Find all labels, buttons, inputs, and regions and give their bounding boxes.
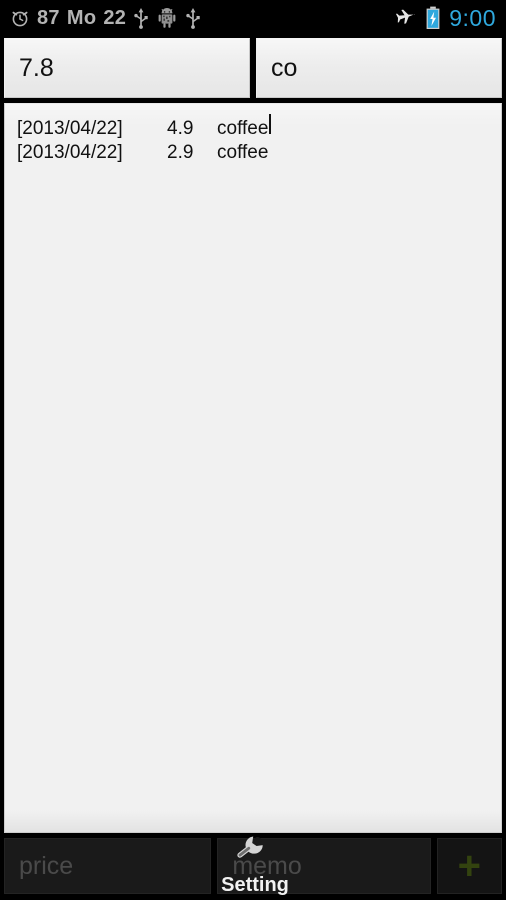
entry-memo: coffee (217, 142, 269, 163)
date-text: 22 (103, 7, 127, 29)
entry-price: 4.9 (167, 118, 194, 139)
usb-icon (185, 7, 201, 29)
entry-memo: coffee (217, 118, 269, 139)
memo-edit-field[interactable]: co (256, 38, 502, 98)
app-root: 87 Mo 22 9:00 7.8 co [2013/04/22] 4.9 co… (0, 0, 506, 900)
add-entry-button[interactable]: + (436, 838, 502, 894)
top-input-row: 7.8 co (0, 38, 506, 98)
price-input-placeholder: price (19, 851, 74, 880)
text-caret (269, 114, 272, 134)
memo-edit-value: co (271, 53, 298, 82)
list-item[interactable]: [2013/04/22] 4.9 coffee (17, 114, 501, 139)
battery-charging-icon (425, 6, 441, 30)
add-entry-button-label: + (457, 844, 481, 888)
price-edit-field[interactable]: 7.8 (4, 38, 250, 98)
status-bar: 87 Mo 22 9:00 (0, 0, 506, 36)
usb-icon (133, 7, 149, 29)
alarm-clock-icon (10, 8, 30, 28)
android-robot-icon (156, 7, 178, 29)
wrench-icon (232, 834, 278, 873)
battery-percent-text: 87 (37, 7, 60, 29)
status-bar-right-group: 9:00 (395, 6, 496, 30)
entry-date: [2013/04/22] (17, 118, 123, 139)
status-bar-left-group: 87 Mo 22 (10, 7, 201, 29)
entries-list[interactable]: [2013/04/22] 4.9 coffee [2013/04/22] 2.9… (4, 103, 502, 833)
airplane-mode-icon (395, 7, 417, 29)
price-input[interactable]: price (4, 838, 212, 894)
setting-label: Setting (221, 874, 289, 896)
setting-menu-item[interactable]: Setting (213, 834, 297, 896)
price-edit-value: 7.8 (19, 53, 54, 82)
entry-price: 2.9 (167, 142, 194, 163)
entry-date: [2013/04/22] (17, 142, 123, 163)
clock-text: 9:00 (449, 4, 496, 31)
day-of-week-text: Mo (66, 7, 97, 29)
list-item[interactable]: [2013/04/22] 2.9 coffee (17, 138, 501, 163)
